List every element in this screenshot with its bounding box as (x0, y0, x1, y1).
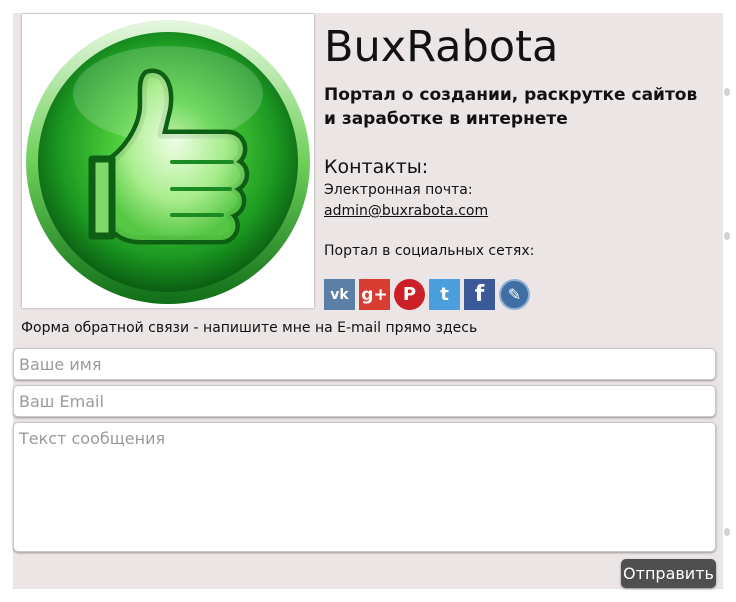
social-links: vk g+ P t f ✎ (324, 279, 530, 310)
contacts-heading: Контакты: (324, 156, 429, 178)
vk-icon[interactable]: vk (324, 279, 355, 310)
social-label: Портал в социальных сетях: (324, 243, 535, 259)
email-label: Электронная почта: (324, 182, 473, 198)
edge-shadow-decoration (724, 88, 730, 96)
facebook-glyph: f (474, 282, 485, 307)
pinterest-glyph: P (402, 284, 417, 305)
message-textarea[interactable] (13, 422, 716, 552)
google-plus-icon[interactable]: g+ (359, 279, 390, 310)
livejournal-glyph: ✎ (507, 285, 522, 304)
twitter-icon[interactable]: t (429, 279, 460, 310)
contact-card: BuxRabota Портал о создании, раскрутке с… (13, 13, 723, 589)
vk-glyph: vk (330, 286, 349, 303)
edge-shadow-decoration (724, 528, 730, 536)
twitter-glyph: t (440, 284, 449, 305)
livejournal-icon[interactable]: ✎ (499, 279, 530, 310)
pinterest-icon[interactable]: P (394, 279, 425, 310)
site-tagline: Портал о создании, раскрутке сайтов и за… (324, 85, 698, 129)
site-logo (22, 14, 314, 308)
site-title: BuxRabota (324, 22, 559, 72)
name-input[interactable] (13, 348, 716, 380)
feedback-caption: Форма обратной связи - напишите мне на E… (21, 320, 478, 336)
facebook-icon[interactable]: f (464, 279, 495, 310)
edge-shadow-decoration (724, 232, 730, 240)
email-input[interactable] (13, 385, 716, 417)
submit-button[interactable]: Отправить (621, 559, 716, 588)
thumbs-up-logo-icon (26, 20, 310, 304)
email-link[interactable]: admin@buxrabota.com (324, 202, 488, 220)
google-plus-glyph: g+ (361, 284, 388, 305)
